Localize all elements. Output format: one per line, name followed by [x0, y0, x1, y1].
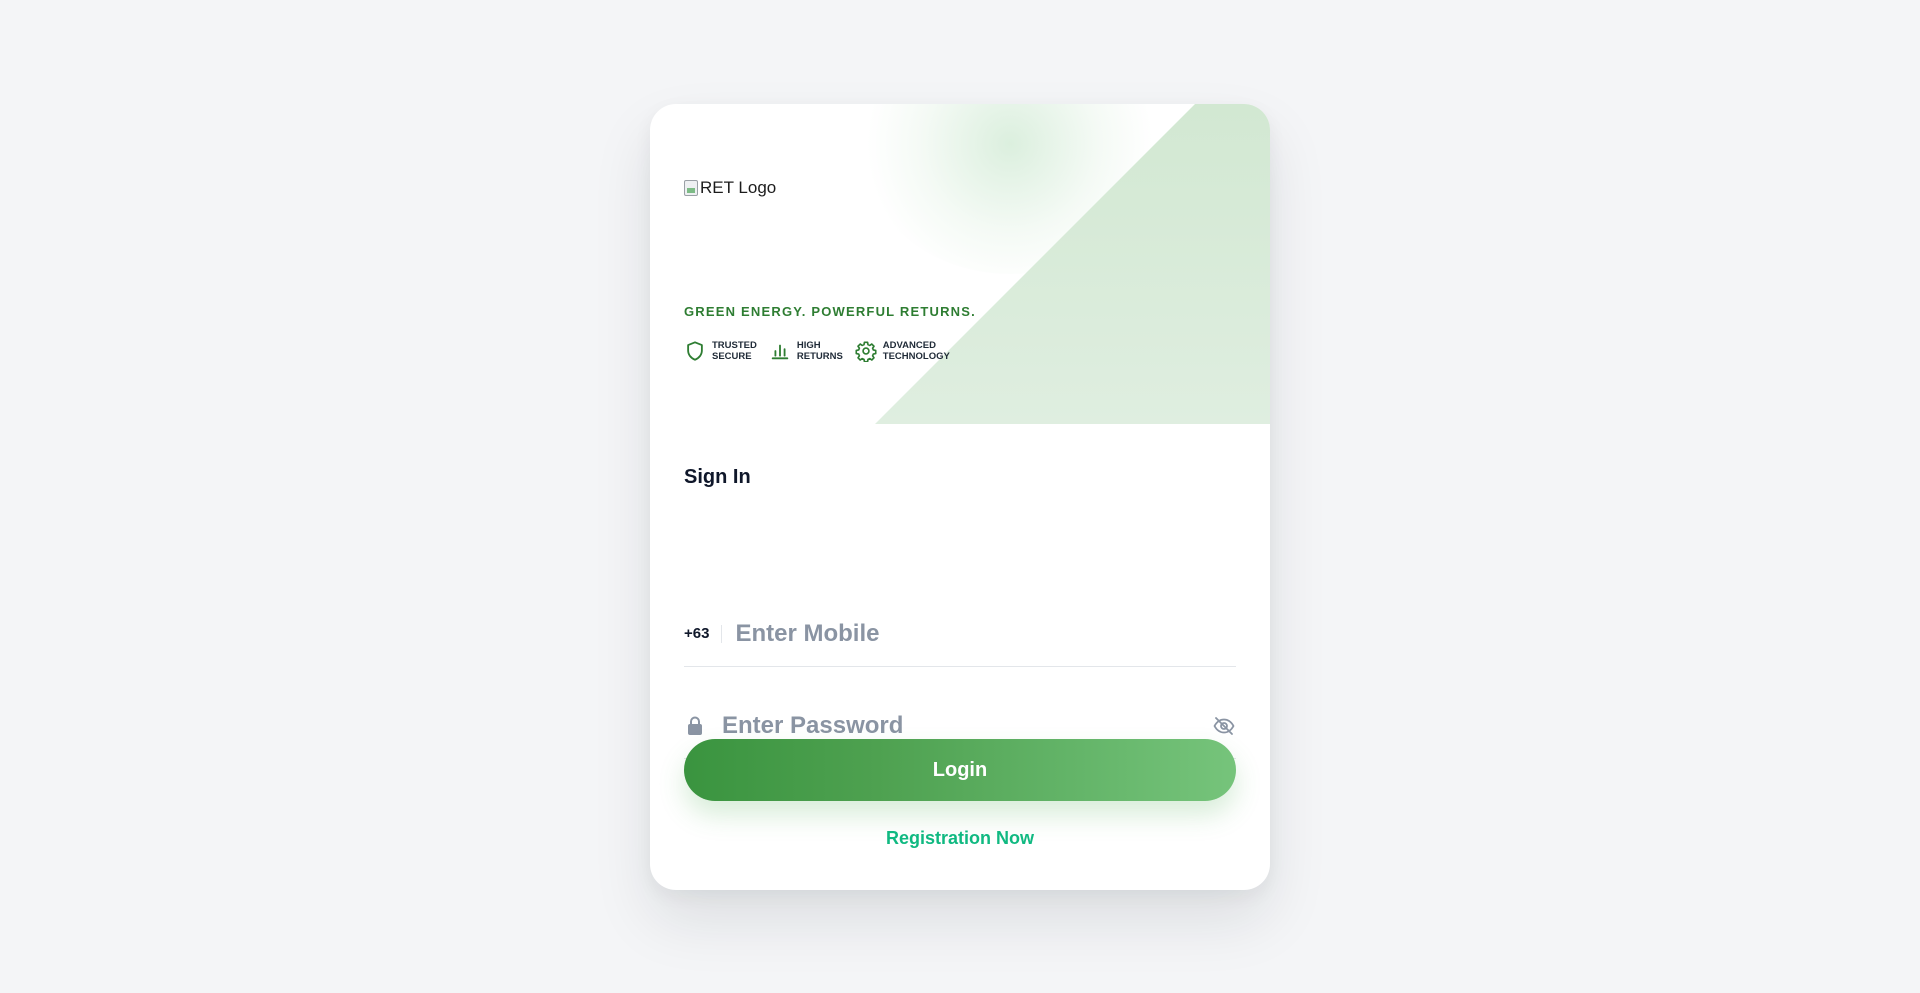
hero-banner: RET Logo GREEN ENERGY. POWERFUL RETURNS.…	[650, 104, 1270, 424]
form-title: Sign In	[684, 466, 751, 488]
broken-image-icon	[684, 180, 698, 196]
country-code: +63	[684, 625, 723, 643]
bar-chart-icon	[771, 344, 789, 360]
feature-label: TECHNOLOGY	[882, 351, 950, 362]
mobile-input[interactable]	[735, 614, 1236, 654]
shield-icon	[687, 341, 703, 361]
feature-list: TRUSTED SECURE HIGH RETURNS ADVANCED TEC…	[684, 340, 962, 362]
hero-triangle	[875, 104, 1270, 424]
login-card: RET Logo GREEN ENERGY. POWERFUL RETURNS.…	[650, 104, 1270, 890]
logo-alt-text: RET Logo	[700, 178, 777, 197]
login-button[interactable]: Login	[684, 739, 1236, 801]
feature-label: TRUSTED	[712, 340, 757, 351]
feature-label: RETURNS	[796, 351, 843, 362]
registration-link[interactable]: Registration Now	[650, 828, 1270, 849]
feature-label: SECURE	[712, 351, 752, 362]
feature-returns: HIGH RETURNS	[769, 340, 843, 362]
tagline: GREEN ENERGY. POWERFUL RETURNS.	[684, 304, 976, 319]
logo: RET Logo	[684, 178, 776, 198]
eye-off-icon[interactable]	[1212, 714, 1236, 738]
lock-icon	[688, 716, 702, 735]
gear-icon	[855, 341, 877, 362]
feature-trusted: TRUSTED SECURE	[684, 340, 757, 362]
feature-label: HIGH	[796, 340, 821, 351]
feature-label: ADVANCED	[882, 340, 936, 351]
mobile-field: +63	[684, 602, 1236, 667]
feature-technology: ADVANCED TECHNOLOGY	[855, 340, 950, 362]
